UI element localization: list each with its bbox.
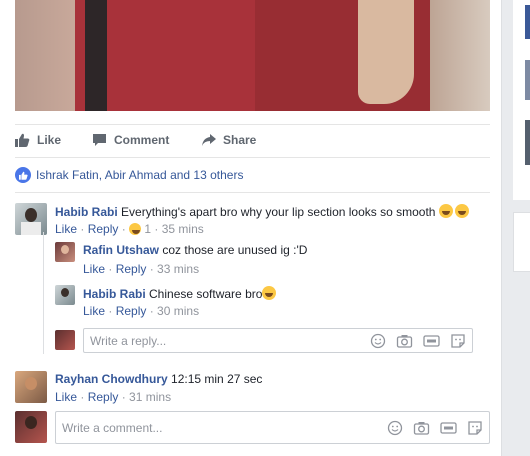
comment-body: Habib Rabi Everything's apart bro why yo…	[55, 204, 485, 220]
reply-meta: Like · Reply · 33 mins	[83, 262, 200, 276]
comment-meta: Like · Reply · 31 mins	[55, 390, 172, 404]
avatar-face	[25, 208, 37, 222]
avatar-face	[61, 245, 69, 254]
sidebar-thumbnail[interactable]	[525, 5, 530, 39]
divider	[15, 192, 490, 193]
reply-text: Chinese software bro	[149, 287, 263, 301]
comment-author[interactable]: Rayhan Chowdhury	[55, 372, 168, 386]
sidebar-thumbnail[interactable]	[525, 60, 530, 100]
avatar-face	[25, 377, 37, 390]
reaction-count[interactable]: 1	[144, 222, 151, 236]
reply-time[interactable]: 30 mins	[157, 304, 199, 318]
reply-meta: Like · Reply · 30 mins	[83, 304, 200, 318]
right-sidebar-box	[513, 212, 530, 272]
reply-author[interactable]: Habib Rabi	[83, 287, 146, 301]
comment-placeholder: Write a comment...	[62, 420, 163, 435]
avatar[interactable]	[55, 242, 75, 262]
avatar[interactable]	[15, 371, 47, 403]
share-arrow-icon	[202, 134, 216, 146]
comment-button[interactable]: Comment	[92, 133, 169, 147]
comment-reply-link[interactable]: Reply	[88, 390, 119, 404]
reply-reply-link[interactable]: Reply	[116, 304, 147, 318]
thumbs-up-icon	[15, 133, 30, 147]
like-button-label: Like	[37, 133, 62, 147]
comment-time[interactable]: 35 mins	[162, 222, 204, 236]
comment-text: 12:15 min 27 sec	[171, 372, 263, 386]
speech-bubble-icon	[93, 134, 106, 146]
share-button-label: Share	[223, 133, 257, 147]
reply-time[interactable]: 33 mins	[157, 262, 199, 276]
sidebar-thumbnail[interactable]	[525, 120, 530, 165]
reactions-summary[interactable]: Ishrak Fatin, Abir Ahmad and 13 others	[15, 165, 243, 185]
reply-like-link[interactable]: Like	[83, 304, 105, 318]
reply-placeholder: Write a reply...	[90, 333, 167, 348]
post-card: Like Comment Share Ishrak Fatin, Abir Ah…	[0, 0, 502, 456]
comment-author[interactable]: Habib Rabi	[55, 205, 118, 219]
avatar-face	[61, 288, 69, 297]
comment-button-label: Comment	[114, 133, 170, 147]
reply-thread-line	[43, 232, 44, 354]
like-reaction-icon	[15, 167, 31, 183]
smiley-icon[interactable]	[387, 420, 403, 436]
reply-like-link[interactable]: Like	[83, 262, 105, 276]
smiley-icon[interactable]	[370, 333, 386, 349]
gif-icon[interactable]	[423, 333, 440, 349]
photo-background-right	[430, 0, 490, 111]
photo-background-left	[15, 0, 77, 111]
photo-arm	[358, 0, 414, 104]
laughing-emoji-icon	[438, 204, 469, 219]
camera-icon[interactable]	[396, 333, 413, 349]
reply-body: Habib Rabi Chinese software bro	[83, 286, 277, 302]
reply-text: coz those are unused ig :'D	[162, 243, 308, 257]
reply-reply-link[interactable]: Reply	[116, 262, 147, 276]
right-sidebar-panel	[513, 0, 530, 200]
reply-author[interactable]: Rafin Utshaw	[83, 243, 159, 257]
photo-bag-strap	[85, 0, 107, 111]
sticker-icon[interactable]	[450, 333, 466, 349]
avatar-face	[25, 416, 37, 429]
avatar[interactable]	[15, 203, 47, 235]
reply-input[interactable]: Write a reply...	[83, 328, 473, 353]
camera-icon[interactable]	[413, 420, 430, 436]
comment-like-link[interactable]: Like	[55, 222, 77, 236]
comment-reply-link[interactable]: Reply	[88, 222, 119, 236]
reply-body: Rafin Utshaw coz those are unused ig :'D	[83, 243, 307, 258]
comment-input[interactable]: Write a comment...	[55, 411, 490, 444]
avatar-body	[21, 222, 41, 235]
post-actions-bar: Like Comment Share	[15, 124, 490, 158]
comment-time[interactable]: 31 mins	[129, 390, 171, 404]
gif-icon[interactable]	[440, 420, 457, 436]
share-button[interactable]: Share	[201, 133, 256, 147]
laughing-emoji-icon	[262, 286, 277, 300]
avatar[interactable]	[55, 285, 75, 305]
comment-text: Everything's apart bro why your lip sect…	[121, 205, 436, 219]
comment-meta: Like · Reply · 1 · 35 mins	[55, 222, 204, 236]
sticker-icon[interactable]	[467, 420, 483, 436]
post-photo[interactable]	[15, 0, 490, 111]
haha-reaction-icon[interactable]	[129, 223, 142, 235]
like-button[interactable]: Like	[15, 133, 61, 147]
avatar	[55, 330, 75, 350]
avatar	[15, 411, 47, 443]
comment-like-link[interactable]: Like	[55, 390, 77, 404]
likers-text[interactable]: Ishrak Fatin, Abir Ahmad and 13 others	[36, 168, 243, 182]
comment-body: Rayhan Chowdhury 12:15 min 27 sec	[55, 372, 262, 387]
